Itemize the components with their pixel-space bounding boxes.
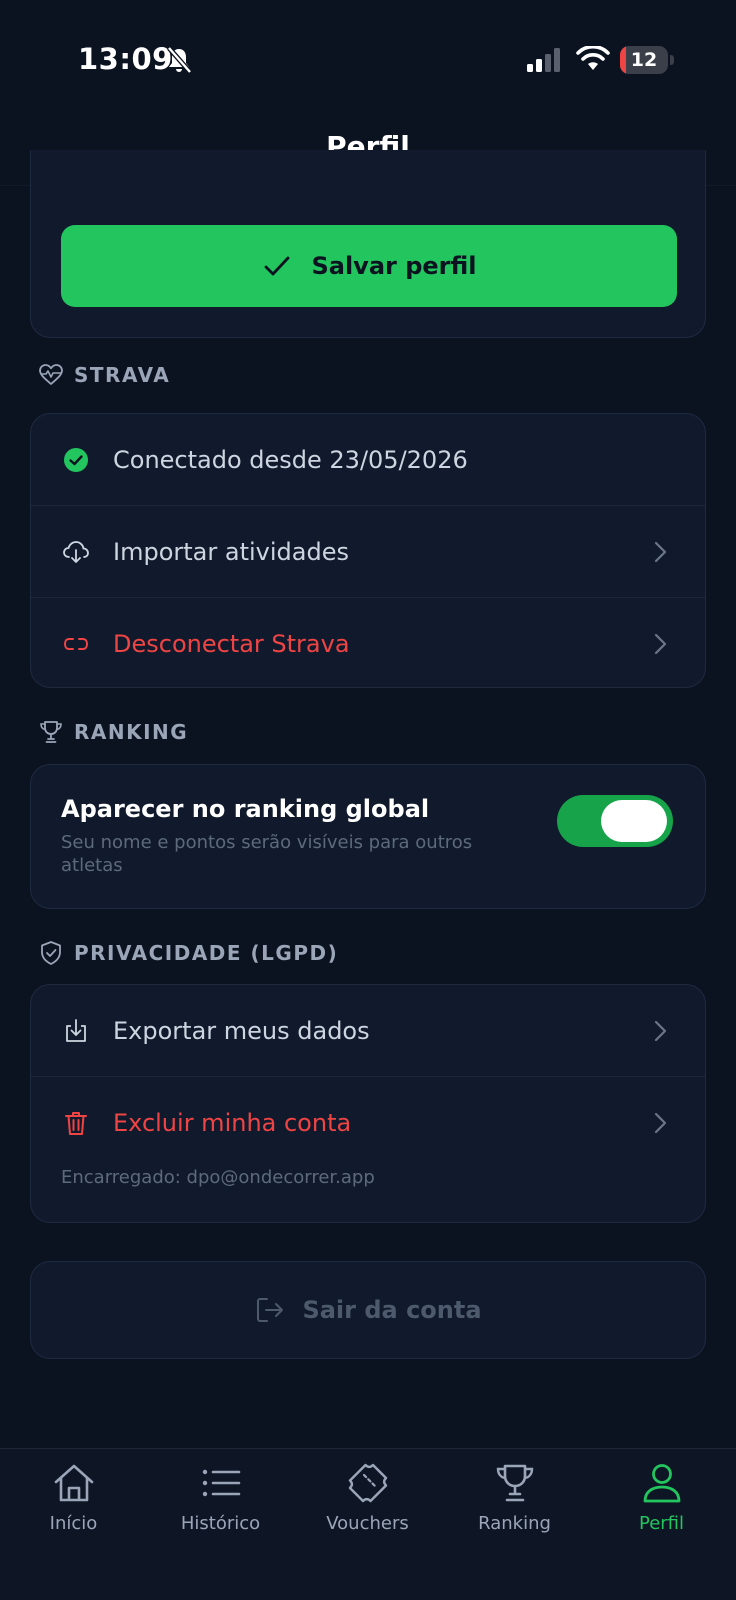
trophy-icon [40, 721, 62, 743]
section-header-privacy: PRIVACIDADE (LGPD) [38, 940, 338, 966]
section-title-strava: STRAVA [74, 363, 171, 387]
tab-perfil[interactable]: Perfil [588, 1461, 735, 1561]
section-header-ranking: RANKING [38, 719, 188, 745]
ranking-toggle-subtitle: Seu nome e pontos serão visíveis para ou… [61, 832, 473, 876]
ranking-toggle-title: Aparecer no ranking global [61, 795, 430, 823]
tab-label: Perfil [638, 1513, 685, 1534]
bottom-tab-bar: Início Histórico Vouchers Ranking Perfil [0, 1448, 736, 1600]
tab-label: Início [49, 1513, 98, 1534]
profile-form-card: Salvar perfil [30, 150, 706, 338]
battery-tip [670, 55, 674, 65]
strava-connected-row: Conectado desde 23/05/2026 [31, 414, 705, 505]
chevron-right-icon [654, 633, 667, 655]
chevron-right-icon [654, 1112, 667, 1134]
tab-label: Histórico [180, 1513, 261, 1534]
strava-card: Conectado desde 23/05/2026 Importar ativ… [30, 413, 706, 688]
tab-vouchers[interactable]: Vouchers [294, 1461, 441, 1561]
cloud-download-icon [61, 537, 91, 567]
disconnect-strava-row[interactable]: Desconectar Strava [31, 598, 705, 689]
export-data-label: Exportar meus dados [113, 1016, 370, 1045]
delete-account-label: Excluir minha conta [113, 1108, 352, 1137]
tab-ranking[interactable]: Ranking [441, 1461, 588, 1561]
heart-pulse-icon [39, 364, 63, 385]
delete-account-row[interactable]: Excluir minha conta [31, 1077, 705, 1168]
tab-label: Vouchers [326, 1513, 409, 1534]
trophy-icon [496, 1464, 533, 1502]
trash-icon [61, 1108, 91, 1138]
chevron-right-icon [654, 541, 667, 563]
ranking-card: Aparecer no ranking global Seu nome e po… [30, 764, 706, 909]
dpo-contact-note: Encarregado: dpo@ondecorrer.app [61, 1167, 375, 1188]
logout-button[interactable]: Sair da conta [30, 1261, 706, 1359]
tab-inicio[interactable]: Início [0, 1461, 147, 1561]
battery-indicator: 12 [620, 46, 668, 74]
privacy-card: Exportar meus dados Excluir minha conta … [30, 984, 706, 1223]
wifi-icon [576, 46, 610, 70]
save-profile-label: Salvar perfil [311, 252, 477, 280]
section-header-strava: STRAVA [38, 362, 170, 388]
strava-connected-label: Conectado desde 23/05/2026 [113, 445, 468, 474]
unlink-icon [61, 629, 91, 659]
global-ranking-toggle[interactable] [557, 795, 673, 847]
section-title-privacy: PRIVACIDADE (LGPD) [74, 941, 339, 965]
logout-icon [257, 1298, 284, 1322]
battery-level: 12 [630, 49, 658, 71]
shield-check-icon [41, 941, 61, 965]
checkmark-icon [265, 256, 290, 276]
toggle-knob [601, 800, 667, 842]
import-activities-label: Importar atividades [113, 537, 349, 566]
list-icon [202, 1469, 240, 1497]
section-title-ranking: RANKING [74, 720, 189, 744]
status-bar: 13:09 12 [0, 0, 736, 120]
user-icon [643, 1464, 680, 1503]
tab-label: Ranking [478, 1513, 551, 1534]
check-circle-icon [61, 445, 91, 475]
disconnect-strava-label: Desconectar Strava [113, 629, 350, 658]
export-data-row[interactable]: Exportar meus dados [31, 985, 705, 1076]
download-icon [61, 1016, 91, 1046]
logout-label: Sair da conta [302, 1296, 482, 1324]
chevron-right-icon [654, 1020, 667, 1042]
ticket-icon [348, 1463, 387, 1503]
bell-off-icon [167, 46, 192, 74]
home-icon [54, 1464, 93, 1502]
status-time: 13:09 [78, 42, 173, 76]
import-activities-row[interactable]: Importar atividades [31, 506, 705, 597]
save-profile-button[interactable]: Salvar perfil [61, 225, 677, 307]
cellular-signal-icon [527, 48, 560, 72]
tab-historico[interactable]: Histórico [147, 1461, 294, 1561]
